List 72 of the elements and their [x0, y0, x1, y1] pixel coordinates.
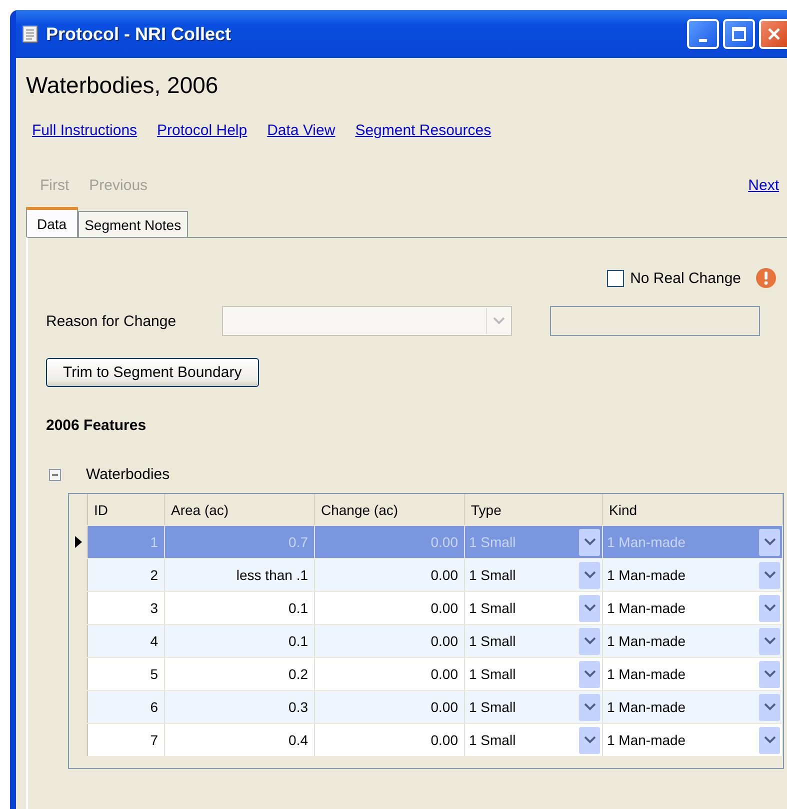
field-label: Reason for Change [46, 312, 178, 330]
table-cell-text: 1 Small [469, 699, 517, 715]
table-cell: 4 [88, 625, 165, 657]
table-cell: 0.3 [165, 691, 315, 723]
column-header[interactable]: Change (ac) [315, 494, 465, 525]
input-field[interactable] [550, 306, 760, 336]
table-row[interactable]: 6 0.3 0.00 1 Small 1 Man-made [69, 691, 783, 724]
table-cell: 0.2 [165, 658, 315, 690]
column-header[interactable]: Kind [603, 494, 783, 525]
column-header[interactable]: ID [88, 494, 165, 525]
table-row[interactable]: 5 0.2 0.00 1 Small 1 Man-made [69, 658, 783, 691]
column-header[interactable]: Area (ac) [165, 494, 315, 525]
section-title: 2006 Features [46, 417, 148, 434]
link[interactable]: Protocol Help [157, 122, 248, 139]
warning-icon [755, 267, 777, 289]
checkbox-label: No Real Change [630, 270, 741, 286]
table-cell: 0.00 [315, 658, 465, 690]
minimize-button[interactable] [687, 19, 719, 49]
table-cell-text: 1 Man-made [607, 534, 687, 550]
nav-link[interactable]: Next [748, 177, 779, 197]
trim-button[interactable]: Trim to Segment Boundary [46, 358, 259, 387]
link[interactable]: Full Instructions [32, 122, 138, 139]
table-cell: 0.7 [165, 526, 315, 558]
checkbox[interactable] [607, 270, 624, 286]
tab[interactable]: Segment Notes [78, 211, 188, 237]
table-cell-text: 1 Small [469, 534, 517, 550]
table-cell-text: 1 Small [469, 567, 517, 583]
tab[interactable]: Data [26, 207, 78, 237]
table-cell: 0.4 [165, 724, 315, 756]
maximize-button[interactable] [723, 19, 755, 49]
link[interactable]: Data View [267, 122, 336, 139]
table-cell: 0.00 [315, 592, 465, 624]
table-cell: 0.00 [315, 559, 465, 591]
table-cell: 1 [88, 526, 165, 558]
table-row[interactable]: 3 0.1 0.00 1 Small 1 Man-made [69, 592, 783, 625]
maximize-icon [731, 26, 747, 42]
table-cell-text: 1 Small [469, 600, 517, 616]
table-cell: less than .1 [165, 559, 315, 591]
table-cell: 3 [88, 592, 165, 624]
table-cell-text: 1 Small [469, 666, 517, 682]
document-icon [22, 25, 38, 43]
close-button[interactable] [759, 19, 787, 49]
table-cell: 2 [88, 559, 165, 591]
table-cell-text: 1 Man-made [607, 567, 687, 583]
table-row[interactable]: 4 0.1 0.00 1 Small 1 Man-made [69, 625, 783, 658]
row-pointer-icon [74, 536, 82, 548]
table-cell-text: 1 Man-made [607, 633, 687, 649]
table-cell-text: 1 Man-made [607, 699, 687, 715]
table-cell-text: 1 Small [469, 633, 517, 649]
table-cell-text: 1 Small [469, 732, 517, 748]
table-cell: 0.00 [315, 625, 465, 657]
table-cell: 0.1 [165, 592, 315, 624]
minimize-icon [699, 38, 707, 42]
table-cell: 0.1 [165, 625, 315, 657]
table-cell: 7 [88, 724, 165, 756]
table-cell: 6 [88, 691, 165, 723]
collapse-icon[interactable] [49, 468, 61, 480]
table-cell-text: 1 Man-made [607, 600, 687, 616]
table-cell-text: 1 Man-made [607, 732, 687, 748]
table-cell-text: 1 Man-made [607, 666, 687, 682]
table-cell: 5 [88, 658, 165, 690]
table-cell: 0.00 [315, 526, 465, 558]
group-label: Waterbodies [86, 466, 170, 483]
close-icon [766, 26, 782, 42]
table-row[interactable]: 2 less than .1 0.00 1 Small 1 Man-made [69, 559, 783, 592]
table-cell: 0.00 [315, 724, 465, 756]
link[interactable]: Segment Resources [355, 122, 492, 139]
page-heading: Waterbodies, 2006 [26, 72, 220, 100]
table-cell: 0.00 [315, 691, 465, 723]
column-header[interactable]: Type [465, 494, 603, 525]
window-title: Protocol - NRI Collect [46, 24, 232, 44]
table-row[interactable]: 7 0.4 0.00 1 Small 1 Man-made [69, 724, 783, 757]
